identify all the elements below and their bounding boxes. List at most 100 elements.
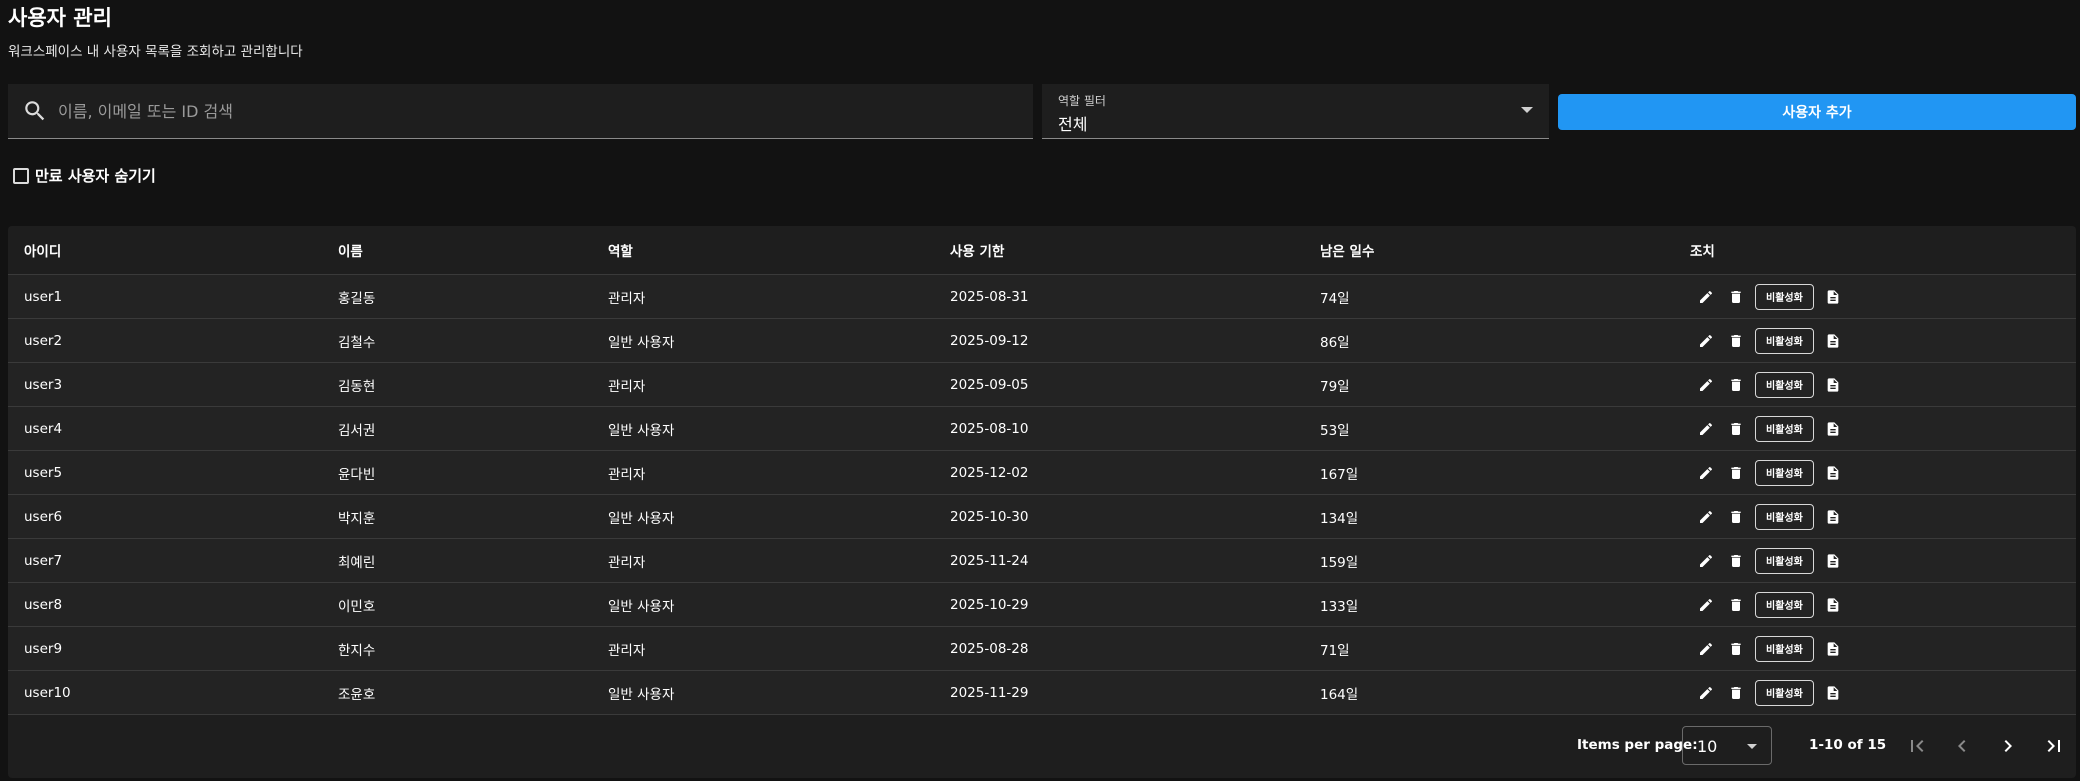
edit-button[interactable] xyxy=(1691,634,1721,664)
row-actions: 비활성화 xyxy=(1691,502,1848,532)
deactivate-button[interactable]: 비활성화 xyxy=(1755,503,1814,530)
document-icon xyxy=(1825,553,1841,569)
cell-expiry: 2025-08-28 xyxy=(950,640,1029,657)
cell-role: 일반 사용자 xyxy=(608,510,675,527)
document-button[interactable] xyxy=(1818,282,1848,312)
edit-button[interactable] xyxy=(1691,590,1721,620)
cell-role: 관리자 xyxy=(608,642,646,659)
cell-role: 일반 사용자 xyxy=(608,334,675,351)
cell-days-left: 133일 xyxy=(1320,598,1359,615)
hide-expired-checkbox[interactable]: 만료 사용자 숨기기 xyxy=(13,165,156,186)
items-per-page-select[interactable]: 10 xyxy=(1682,726,1772,765)
cell-days-left: 159일 xyxy=(1320,554,1359,571)
document-icon xyxy=(1825,421,1841,437)
edit-button[interactable] xyxy=(1691,678,1721,708)
delete-button[interactable] xyxy=(1721,590,1751,620)
cell-id: user9 xyxy=(24,640,63,657)
deactivate-button[interactable]: 비활성화 xyxy=(1755,679,1814,706)
cell-days-left: 71일 xyxy=(1320,642,1350,659)
cell-id: user4 xyxy=(24,420,63,437)
col-header-role[interactable]: 역할 xyxy=(608,240,633,260)
edit-button[interactable] xyxy=(1691,326,1721,356)
edit-icon xyxy=(1698,509,1714,525)
cell-role: 관리자 xyxy=(608,378,646,395)
previous-page-button[interactable] xyxy=(1947,731,1977,761)
deactivate-button[interactable]: 비활성화 xyxy=(1755,415,1814,442)
delete-button[interactable] xyxy=(1721,678,1751,708)
cell-expiry: 2025-10-30 xyxy=(950,508,1029,525)
table-row: user3 김동현 관리자 2025-09-05 79일 비활성화 xyxy=(8,363,2076,407)
cell-name: 최예린 xyxy=(338,554,376,571)
page-range-label: 1-10 of 15 xyxy=(1809,737,1887,753)
deactivate-button[interactable]: 비활성화 xyxy=(1755,283,1814,310)
document-icon xyxy=(1825,333,1841,349)
deactivate-button[interactable]: 비활성화 xyxy=(1755,635,1814,662)
deactivate-button[interactable]: 비활성화 xyxy=(1755,371,1814,398)
delete-button[interactable] xyxy=(1721,634,1751,664)
cell-name: 조윤호 xyxy=(338,686,376,703)
delete-icon xyxy=(1728,685,1744,701)
delete-button[interactable] xyxy=(1721,326,1751,356)
edit-icon xyxy=(1698,377,1714,393)
cell-days-left: 164일 xyxy=(1320,686,1359,703)
document-button[interactable] xyxy=(1818,678,1848,708)
edit-button[interactable] xyxy=(1691,502,1721,532)
table-row: user2 김철수 일반 사용자 2025-09-12 86일 비활성화 xyxy=(8,319,2076,363)
document-button[interactable] xyxy=(1818,502,1848,532)
col-header-id[interactable]: 아이디 xyxy=(24,240,61,260)
col-header-name[interactable]: 이름 xyxy=(338,240,363,260)
cell-days-left: 167일 xyxy=(1320,466,1359,483)
table-row: user9 한지수 관리자 2025-08-28 71일 비활성화 xyxy=(8,627,2076,671)
col-header-expiry[interactable]: 사용 기한 xyxy=(950,240,1004,260)
delete-button[interactable] xyxy=(1721,414,1751,444)
cell-id: user7 xyxy=(24,552,63,569)
cell-id: user10 xyxy=(24,684,71,701)
document-button[interactable] xyxy=(1818,414,1848,444)
delete-button[interactable] xyxy=(1721,370,1751,400)
document-button[interactable] xyxy=(1818,458,1848,488)
deactivate-button[interactable]: 비활성화 xyxy=(1755,459,1814,486)
row-actions: 비활성화 xyxy=(1691,282,1848,312)
delete-button[interactable] xyxy=(1721,502,1751,532)
role-filter-select[interactable]: 역할 필터 전체 xyxy=(1042,84,1549,139)
edit-button[interactable] xyxy=(1691,546,1721,576)
cell-expiry: 2025-10-29 xyxy=(950,596,1029,613)
add-user-button[interactable]: 사용자 추가 xyxy=(1558,94,2076,130)
first-page-button[interactable] xyxy=(1902,731,1932,761)
deactivate-button[interactable]: 비활성화 xyxy=(1755,547,1814,574)
document-button[interactable] xyxy=(1818,590,1848,620)
search-input[interactable] xyxy=(56,100,960,122)
edit-button[interactable] xyxy=(1691,282,1721,312)
col-header-actions: 조치 xyxy=(1690,244,1715,260)
edit-button[interactable] xyxy=(1691,458,1721,488)
cell-expiry: 2025-08-31 xyxy=(950,288,1029,305)
delete-icon xyxy=(1728,641,1744,657)
items-per-page-label: Items per page: xyxy=(1577,737,1698,753)
edit-button[interactable] xyxy=(1691,370,1721,400)
next-page-button[interactable] xyxy=(1993,731,2023,761)
first-page-icon xyxy=(1911,740,1924,752)
cell-role: 관리자 xyxy=(608,554,646,571)
deactivate-button[interactable]: 비활성화 xyxy=(1755,327,1814,354)
document-button[interactable] xyxy=(1818,634,1848,664)
delete-button[interactable] xyxy=(1721,282,1751,312)
last-page-button[interactable] xyxy=(2039,731,2069,761)
document-button[interactable] xyxy=(1818,370,1848,400)
col-header-days-left[interactable]: 남은 일수 xyxy=(1320,240,1374,260)
document-button[interactable] xyxy=(1818,326,1848,356)
edit-icon xyxy=(1698,421,1714,437)
edit-button[interactable] xyxy=(1691,414,1721,444)
cell-name: 김철수 xyxy=(338,334,376,351)
deactivate-button[interactable]: 비활성화 xyxy=(1755,591,1814,618)
document-button[interactable] xyxy=(1818,546,1848,576)
delete-button[interactable] xyxy=(1721,546,1751,576)
checkbox-icon[interactable] xyxy=(13,167,29,184)
delete-button[interactable] xyxy=(1721,458,1751,488)
cell-expiry: 2025-11-29 xyxy=(950,684,1029,701)
items-per-page-value: 10 xyxy=(1697,737,1718,756)
cell-expiry: 2025-12-02 xyxy=(950,464,1029,481)
delete-icon xyxy=(1728,421,1744,437)
delete-icon xyxy=(1728,333,1744,349)
cell-expiry: 2025-08-10 xyxy=(950,420,1029,437)
search-field[interactable] xyxy=(8,84,1033,139)
